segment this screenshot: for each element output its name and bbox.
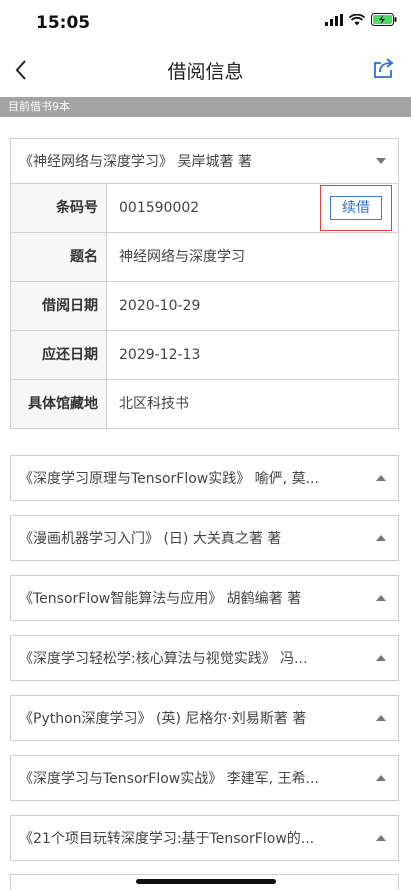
borrow-count-bar: 目前借书9本 bbox=[0, 97, 411, 117]
status-bar: 15:05 bbox=[0, 0, 411, 44]
detail-row-location: 具体馆藏地 北区科技书 bbox=[11, 380, 398, 428]
renew-highlight-box: 续借 bbox=[320, 185, 392, 231]
book-header[interactable]: 《漫画机器学习入门》 (日) 大关真之著 著 bbox=[11, 516, 398, 560]
caret-up-icon bbox=[376, 535, 386, 541]
caret-up-icon bbox=[376, 475, 386, 481]
detail-label: 题名 bbox=[11, 233, 107, 281]
caret-down-icon bbox=[376, 158, 386, 164]
battery-charging-icon bbox=[371, 13, 397, 26]
book-header[interactable]: 《神经网络与深度学习》 吴岸城著 著 bbox=[11, 139, 398, 183]
caret-up-icon bbox=[376, 595, 386, 601]
book-title: 《TensorFlow智能算法与应用》 胡鹤编著 著 bbox=[19, 591, 302, 607]
book-title: 《深度学习与TensorFlow实战》 李建军, 王希... bbox=[19, 771, 319, 787]
book-title: 《21个项目玩转深度学习:基于TensorFlow的... bbox=[19, 831, 315, 847]
book-title: 《Python深度学习》 (英) 尼格尔·刘易斯著 著 bbox=[19, 711, 307, 727]
detail-value: 神经网络与深度学习 bbox=[119, 249, 245, 265]
home-indicator bbox=[136, 879, 276, 884]
book-card-expanded: 《神经网络与深度学习》 吴岸城著 著 条码号 001590002 续借 题名 神… bbox=[10, 138, 399, 429]
book-card-collapsed: 《深度学习与TensorFlow实战》 李建军, 王希... bbox=[10, 755, 399, 801]
book-card-collapsed: 《深度学习轻松学:核心算法与视觉实践》 冯... bbox=[10, 635, 399, 681]
barcode-value: 001590002 bbox=[119, 200, 200, 216]
wifi-icon bbox=[349, 13, 365, 25]
caret-up-icon bbox=[376, 775, 386, 781]
detail-label: 应还日期 bbox=[11, 331, 107, 379]
caret-up-icon bbox=[376, 715, 386, 721]
caret-up-icon bbox=[376, 655, 386, 661]
share-button[interactable] bbox=[369, 54, 399, 84]
book-title: 《神经网络与深度学习》 吴岸城著 著 bbox=[19, 154, 252, 170]
book-card-collapsed: 《Python深度学习》 (英) 尼格尔·刘易斯著 著 bbox=[10, 695, 399, 741]
detail-value: 2020-10-29 bbox=[119, 298, 201, 314]
detail-row-borrow-date: 借阅日期 2020-10-29 bbox=[11, 282, 398, 331]
detail-label: 借阅日期 bbox=[11, 282, 107, 330]
book-title: 《漫画机器学习入门》 (日) 大关真之著 著 bbox=[19, 531, 282, 547]
nav-bar: 借阅信息 bbox=[0, 44, 411, 94]
detail-row-title: 题名 神经网络与深度学习 bbox=[11, 233, 398, 282]
book-header[interactable]: 《21个项目玩转深度学习:基于TensorFlow的... bbox=[11, 816, 398, 860]
book-header[interactable]: 《TensorFlow智能算法与应用》 胡鹤编著 著 bbox=[11, 576, 398, 620]
signal-icon bbox=[325, 13, 343, 26]
book-header[interactable]: 《Python深度学习》 (英) 尼格尔·刘易斯著 著 bbox=[11, 696, 398, 740]
page-title: 借阅信息 bbox=[167, 61, 244, 83]
status-icons bbox=[325, 13, 397, 26]
book-card-collapsed: 《21个项目玩转深度学习:基于TensorFlow的... bbox=[10, 815, 399, 861]
caret-up-icon bbox=[376, 835, 386, 841]
detail-row-due-date: 应还日期 2029-12-13 bbox=[11, 331, 398, 380]
status-time: 15:05 bbox=[36, 13, 91, 33]
detail-label: 具体馆藏地 bbox=[11, 380, 107, 428]
book-card-collapsed: 《TensorFlow智能算法与应用》 胡鹤编著 著 bbox=[10, 575, 399, 621]
detail-row-barcode: 条码号 001590002 续借 bbox=[11, 184, 398, 233]
book-header[interactable]: 《深度学习原理与TensorFlow实践》 喻俨, 莫... bbox=[11, 456, 398, 500]
book-card-collapsed: 《漫画机器学习入门》 (日) 大关真之著 著 bbox=[10, 515, 399, 561]
book-card-collapsed: 《深度学习原理与TensorFlow实践》 喻俨, 莫... bbox=[10, 455, 399, 501]
book-title: 《深度学习轻松学:核心算法与视觉实践》 冯... bbox=[19, 651, 308, 667]
detail-table: 条码号 001590002 续借 题名 神经网络与深度学习 借阅日期 2020-… bbox=[11, 183, 398, 428]
detail-value: 001590002 续借 bbox=[107, 184, 398, 232]
detail-label: 条码号 bbox=[11, 184, 107, 232]
detail-value: 2029-12-13 bbox=[119, 347, 201, 363]
share-icon bbox=[374, 58, 394, 78]
detail-value: 北区科技书 bbox=[119, 396, 189, 412]
book-title: 《深度学习原理与TensorFlow实践》 喻俨, 莫... bbox=[19, 471, 319, 487]
renew-button[interactable]: 续借 bbox=[330, 196, 382, 220]
book-header[interactable]: 《深度学习轻松学:核心算法与视觉实践》 冯... bbox=[11, 636, 398, 680]
book-header[interactable]: 《深度学习与TensorFlow实战》 李建军, 王希... bbox=[11, 756, 398, 800]
